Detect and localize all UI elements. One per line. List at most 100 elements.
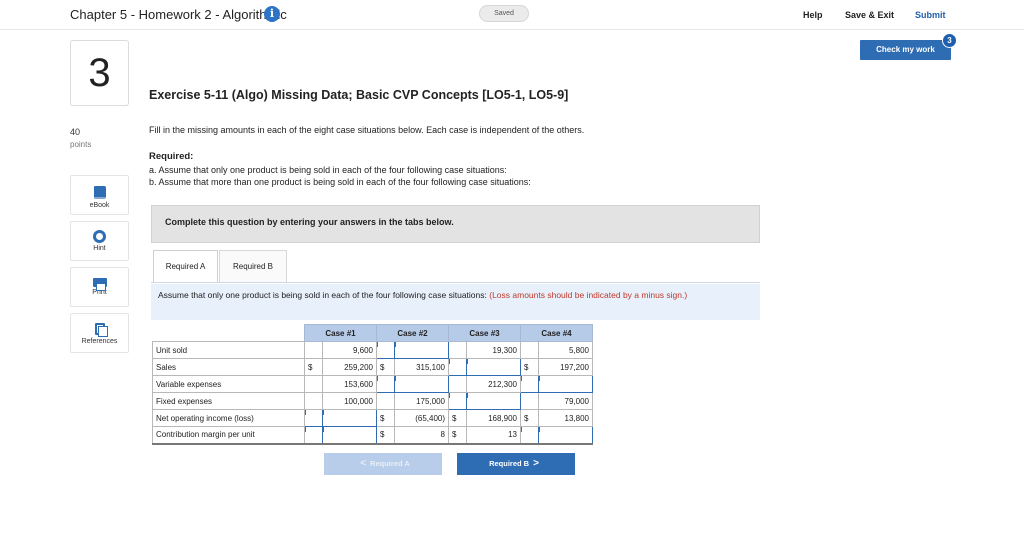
- table-cell: 315,100: [394, 358, 449, 376]
- printer-icon: [92, 278, 107, 291]
- answer-input[interactable]: [322, 426, 377, 445]
- required-b-text: b. Assume that more than one product is …: [149, 177, 531, 187]
- row-label: Variable expenses: [152, 375, 305, 393]
- instructions-text: Fill in the missing amounts in each of t…: [149, 125, 585, 135]
- table-cell: 5,800: [538, 341, 593, 359]
- table-row: Net operating income (loss) $ (65,400) $…: [152, 409, 593, 427]
- documents-icon: [94, 323, 108, 337]
- table-header-row: Case #1 Case #2 Case #3 Case #4: [152, 324, 593, 342]
- references-button[interactable]: References: [70, 313, 129, 353]
- answer-input[interactable]: [538, 426, 593, 445]
- ebook-button[interactable]: eBook: [70, 175, 129, 215]
- points-value: 40: [70, 127, 81, 137]
- table-cell: 19,300: [466, 341, 521, 359]
- row-label: Net operating income (loss): [152, 409, 305, 427]
- help-link[interactable]: Help: [803, 10, 823, 20]
- lifebuoy-icon: [93, 230, 106, 243]
- submit-link[interactable]: Submit: [915, 10, 946, 20]
- currency-sign[interactable]: [520, 426, 539, 445]
- tab-required-a[interactable]: Required A: [153, 250, 218, 283]
- check-my-work-button[interactable]: Check my work: [860, 40, 951, 60]
- currency-sign: [520, 341, 539, 359]
- currency-sign: $: [520, 409, 539, 427]
- row-label: Unit sold: [152, 341, 305, 359]
- book-icon: [93, 186, 106, 199]
- table-cell: 9,600: [322, 341, 377, 359]
- table-cell: 79,000: [538, 392, 593, 410]
- banner-text: Complete this question by entering your …: [165, 217, 454, 227]
- currency-sign[interactable]: [448, 392, 467, 410]
- currency-sign: [448, 341, 467, 359]
- currency-sign[interactable]: [520, 375, 539, 393]
- cvp-data-table: Case #1 Case #2 Case #3 Case #4 Unit sol…: [152, 324, 593, 445]
- prev-label: Required A: [370, 459, 410, 468]
- info-icon[interactable]: i: [264, 6, 280, 22]
- saved-status-badge: Saved: [479, 5, 529, 22]
- answer-input[interactable]: [466, 358, 521, 376]
- currency-sign: [376, 392, 395, 410]
- table-cell: 100,000: [322, 392, 377, 410]
- currency-sign: $: [376, 426, 395, 445]
- currency-sign: [304, 341, 323, 359]
- table-cell: 13,800: [538, 409, 593, 427]
- required-heading: Required:: [149, 151, 194, 162]
- top-bar: Chapter 5 - Homework 2 - Algorithmic i S…: [0, 0, 1024, 30]
- column-header: Case #2: [376, 324, 449, 342]
- save-exit-link[interactable]: Save & Exit: [845, 10, 894, 20]
- prev-required-a-button[interactable]: < Required A: [324, 453, 442, 475]
- answer-input[interactable]: [394, 341, 449, 359]
- tab-required-b[interactable]: Required B: [219, 250, 287, 283]
- assignment-title: Chapter 5 - Homework 2 - Algorithmic: [70, 7, 287, 22]
- currency-sign[interactable]: [304, 426, 323, 445]
- table-cell: 153,600: [322, 375, 377, 393]
- table-cell: 259,200: [322, 358, 377, 376]
- table-row: Variable expenses 153,600 212,300: [152, 375, 593, 393]
- table-cell: 175,000: [394, 392, 449, 410]
- table-row: Fixed expenses 100,000 175,000 79,000: [152, 392, 593, 410]
- points-label: points: [70, 140, 92, 149]
- column-header: Case #3: [448, 324, 521, 342]
- table-cell: 13: [466, 426, 521, 445]
- exercise-title: Exercise 5-11 (Algo) Missing Data; Basic…: [149, 88, 569, 102]
- currency-sign: $: [520, 358, 539, 376]
- table-row: Unit sold 9,600 19,300 5,800: [152, 341, 593, 359]
- answer-input[interactable]: [466, 392, 521, 410]
- answer-input[interactable]: [538, 375, 593, 393]
- currency-sign: [304, 375, 323, 393]
- next-required-b-button[interactable]: Required B >: [457, 453, 575, 475]
- table-row: Sales $ 259,200 $ 315,100 $ 197,200: [152, 358, 593, 376]
- row-label: Contribution margin per unit: [152, 426, 305, 445]
- currency-sign: $: [448, 409, 467, 427]
- tab-divider: [151, 282, 760, 283]
- answer-input[interactable]: [394, 375, 449, 393]
- currency-sign: $: [448, 426, 467, 445]
- check-count-badge: 3: [942, 33, 957, 48]
- hint-label: Hint: [93, 245, 106, 252]
- currency-sign[interactable]: [304, 409, 323, 427]
- currency-sign[interactable]: [448, 358, 467, 376]
- table-row: Contribution margin per unit $ 8 $ 13: [152, 426, 593, 445]
- references-label: References: [81, 338, 118, 345]
- tab-panel-instructions: Assume that only one product is being so…: [151, 284, 760, 320]
- table-corner: [152, 324, 305, 342]
- currency-sign: $: [376, 409, 395, 427]
- currency-sign: [448, 375, 467, 393]
- table-cell: 8: [394, 426, 449, 445]
- chevron-left-icon: <: [360, 458, 367, 469]
- row-label: Fixed expenses: [152, 392, 305, 410]
- currency-sign: [520, 392, 539, 410]
- column-header: Case #4: [520, 324, 593, 342]
- answer-input[interactable]: [322, 409, 377, 427]
- table-cell: (65,400): [394, 409, 449, 427]
- hint-button[interactable]: Hint: [70, 221, 129, 261]
- currency-sign: $: [304, 358, 323, 376]
- instruction-banner: Complete this question by entering your …: [151, 205, 760, 243]
- currency-sign: $: [376, 358, 395, 376]
- print-button[interactable]: Print: [70, 267, 129, 307]
- chevron-right-icon: >: [533, 458, 539, 469]
- question-number: 3: [70, 40, 129, 106]
- currency-sign[interactable]: [376, 375, 395, 393]
- panel-note: (Loss amounts should be indicated by a m…: [489, 290, 688, 300]
- panel-text: Assume that only one product is being so…: [158, 290, 490, 300]
- currency-sign[interactable]: [376, 341, 395, 359]
